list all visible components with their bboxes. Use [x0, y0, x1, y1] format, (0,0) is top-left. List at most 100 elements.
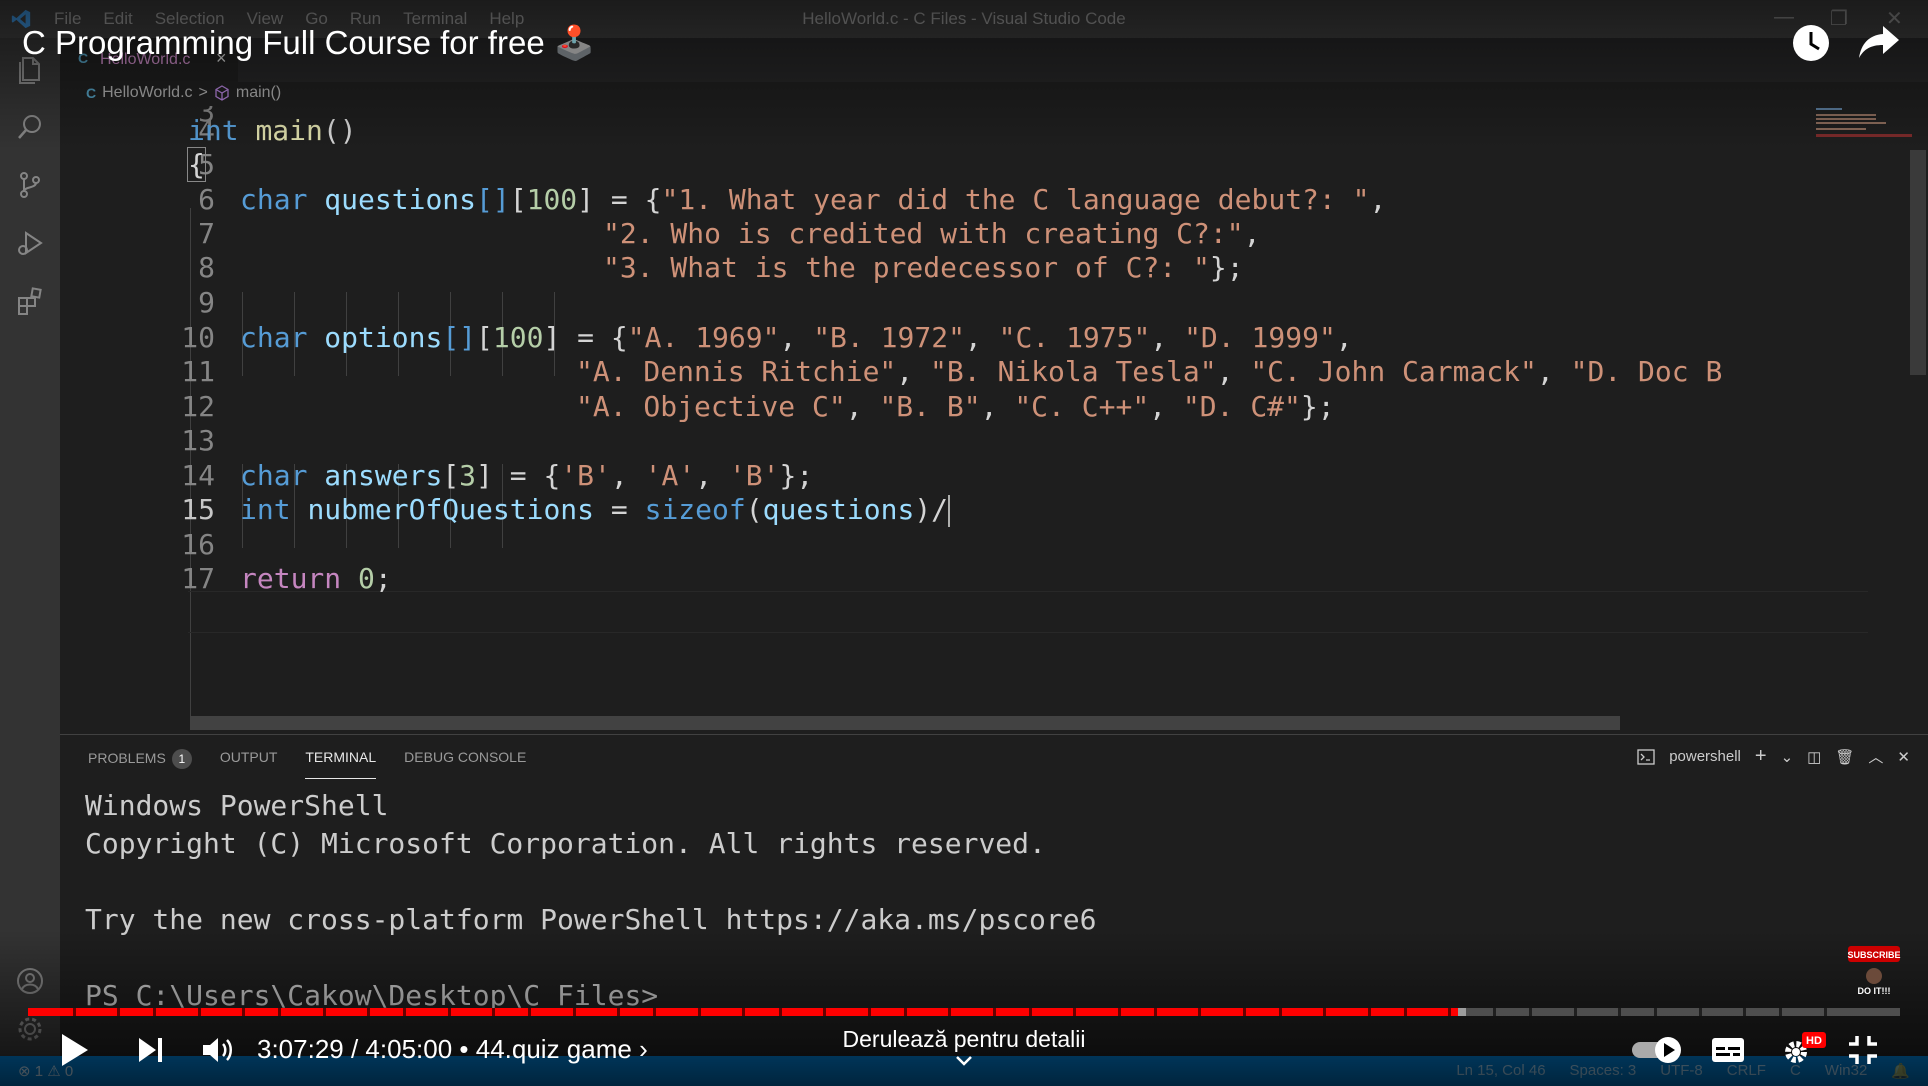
terminal-line: Windows PowerShell	[85, 789, 389, 822]
panel-tabs: PROBLEMS 1 OUTPUT TERMINAL DEBUG CONSOLE	[88, 749, 526, 779]
account-icon[interactable]	[15, 966, 45, 996]
token-bracket: [	[442, 459, 460, 492]
breadcrumb-separator: >	[198, 84, 208, 101]
settings-icon[interactable]: HD	[1778, 1030, 1828, 1070]
autoplay-toggle-icon[interactable]	[1630, 1030, 1686, 1070]
chevron-down-icon[interactable]	[954, 1054, 974, 1068]
restore-icon[interactable]: ❐	[1830, 6, 1848, 31]
token-punct: ,	[1243, 217, 1261, 250]
subtitles-icon[interactable]	[1710, 1030, 1746, 1070]
token-number: 3	[459, 459, 477, 492]
close-panel-icon[interactable]: ✕	[1897, 748, 1910, 766]
code-editor[interactable]: 3 4 5 6 7 8 9 10 11 12 13 14 15 16 17 in…	[60, 106, 1870, 730]
token-keyword: char	[240, 183, 308, 216]
method-symbol-icon	[215, 85, 229, 101]
terminal-shell-name[interactable]: powershell	[1669, 748, 1741, 765]
video-progress-bar[interactable]	[28, 1008, 1900, 1016]
chapter-separator	[653, 1008, 657, 1016]
token-punct: ,	[896, 355, 931, 388]
chapter-separator	[322, 1008, 326, 1016]
token-string: "C. C++"	[1014, 390, 1150, 423]
token-string: "3. What is the predecessor of C?: "	[603, 251, 1210, 284]
trash-icon[interactable]: 🗑	[1835, 748, 1854, 766]
extensions-icon[interactable]	[15, 286, 45, 316]
token-string: "1. What year did the C language debut?:…	[661, 183, 1370, 216]
token-punct: ,	[1335, 321, 1353, 354]
code-line-4: int main()	[188, 110, 357, 152]
tab-problems-label: PROBLEMS	[88, 750, 166, 766]
token-punct: ] = {	[543, 321, 628, 354]
code-line-12: "A. Objective C", "B. B", "C. C++", "D. …	[576, 386, 1335, 428]
minimap[interactable]	[1812, 106, 1912, 730]
token-punct: ] = {	[476, 459, 561, 492]
chapter-separator	[447, 1008, 451, 1016]
token-number: 0	[358, 562, 375, 595]
token-string: "C. John Carmack"	[1250, 355, 1537, 388]
token-punct: };	[1209, 251, 1244, 284]
horizontal-scrollbar[interactable]	[190, 716, 1620, 730]
chapter-separator	[572, 1008, 576, 1016]
token-variable: questions	[762, 493, 915, 526]
token-string: "D. 1999"	[1184, 321, 1336, 354]
indentation[interactable]: Spaces: 3	[1570, 1062, 1637, 1080]
chapter-separator	[1698, 1008, 1702, 1016]
chapter-separator	[153, 1008, 157, 1016]
breadcrumb-symbol[interactable]: main()	[236, 84, 281, 102]
search-icon[interactable]	[15, 112, 45, 142]
watch-later-icon[interactable]	[1790, 22, 1832, 64]
breadcrumb-file[interactable]: HelloWorld.c	[102, 84, 192, 102]
terminal-output[interactable]: Windows PowerShell Copyright (C) Microsof…	[85, 787, 1096, 1015]
token-variable: answers	[324, 459, 443, 492]
token-punct: ,	[610, 459, 645, 492]
chapter-separator	[1573, 1008, 1577, 1016]
video-title[interactable]: C Programming Full Course for free 🕹️	[22, 24, 595, 63]
token-char: 'A'	[644, 459, 696, 492]
run-debug-icon[interactable]	[15, 228, 45, 258]
chapter-separator	[778, 1008, 782, 1016]
share-icon[interactable]	[1857, 22, 1901, 62]
source-control-icon[interactable]	[15, 170, 45, 200]
chapter-separator	[492, 1008, 496, 1016]
new-terminal-icon[interactable]: +	[1755, 745, 1767, 768]
token-string: "2. Who is credited with creating C?:"	[603, 217, 1244, 250]
token-punct: };	[779, 459, 814, 492]
token-keyword: char	[240, 321, 308, 354]
chapter-separator	[1403, 1008, 1407, 1016]
token-number: 100	[526, 183, 578, 216]
token-string: "C. 1975"	[998, 321, 1151, 354]
cursor-position[interactable]: Ln 15, Col 46	[1456, 1062, 1545, 1080]
tab-debug-console[interactable]: DEBUG CONSOLE	[404, 749, 526, 769]
split-terminal-icon[interactable]: ◫	[1807, 748, 1821, 766]
tab-problems[interactable]: PROBLEMS 1	[88, 749, 192, 769]
chevron-down-icon[interactable]: ⌄	[1781, 748, 1794, 766]
chapter-separator	[1198, 1008, 1202, 1016]
vertical-scrollbar[interactable]	[1910, 150, 1926, 375]
exit-fullscreen-icon[interactable]	[1846, 1030, 1880, 1070]
tab-output[interactable]: OUTPUT	[220, 749, 278, 769]
token-punct: ,	[1149, 390, 1183, 423]
chapter-separator	[1117, 1008, 1121, 1016]
maximize-panel-icon[interactable]: ︿	[1868, 746, 1883, 767]
terminal-icon	[1637, 748, 1655, 765]
token-punct: ,	[1216, 355, 1251, 388]
error-icon: ⊗	[18, 1063, 31, 1080]
subscribe-watermark[interactable]: SUBSCRIBE DO IT!!!	[1846, 946, 1902, 996]
token-number: 100	[492, 321, 544, 354]
chapter-separator	[697, 1008, 701, 1016]
problems-count-badge: 1	[171, 749, 192, 769]
token-string: "A. Dennis Ritchie"	[576, 355, 897, 388]
token-bracket: []	[442, 321, 477, 354]
token-variable: nubmerOfQuestions	[307, 493, 595, 526]
token-punct: ;	[374, 562, 392, 595]
bell-icon[interactable]: 🔔	[1891, 1062, 1910, 1080]
hd-badge: HD	[1806, 1035, 1822, 1047]
token-punct: ,	[1536, 355, 1571, 388]
chapter-separator	[1823, 1008, 1827, 1016]
error-count: 1	[34, 1063, 44, 1080]
tab-terminal[interactable]: TERMINAL	[305, 749, 376, 779]
code-line-8: "3. What is the predecessor of C?: "};	[603, 247, 1244, 289]
line-number: 17	[181, 562, 215, 595]
subscribe-subtext: DO IT!!!	[1858, 986, 1891, 996]
chapter-separator	[1618, 1008, 1621, 1016]
